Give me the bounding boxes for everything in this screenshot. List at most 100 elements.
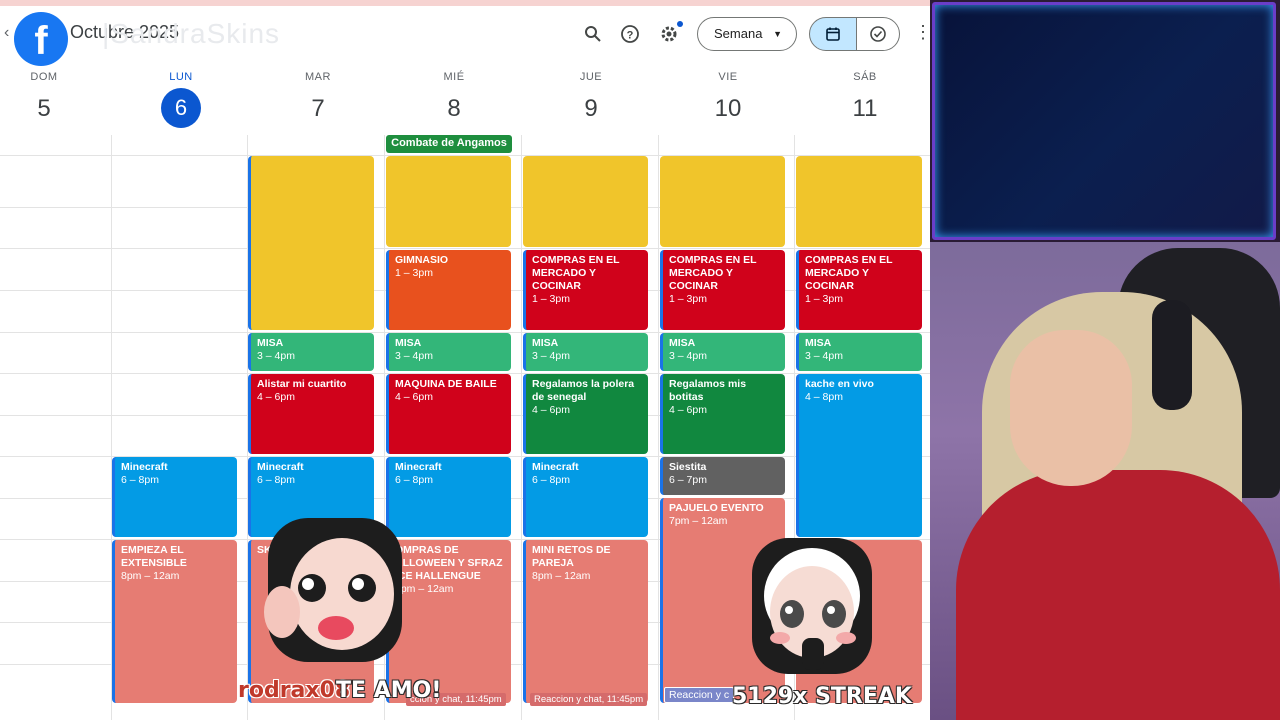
apps-grid-icon[interactable]: ⋮⋮	[914, 22, 930, 43]
event-time: 6 – 8pm	[257, 474, 295, 486]
calendar-event-retos[interactable]: MINI RETOS DE PAREJA 8pm – 12am	[523, 540, 648, 703]
calendar-event-reaccion[interactable]: Reaccion y chat, 11:45pm	[530, 693, 648, 706]
calendar-event-kache[interactable]: kache en vivo 4 – 8pm	[796, 374, 922, 537]
event-title: MINI RETOS DE PAREJA	[532, 544, 611, 569]
day-name-sun: DOM	[30, 71, 58, 83]
stream-message: TE AMO!	[336, 678, 442, 703]
allday-event[interactable]: Combate de Angamos	[386, 135, 512, 153]
calendar-event-botitas[interactable]: Regalamos mis botitas 4 – 6pm	[660, 374, 785, 454]
event-time: 4 – 8pm	[805, 391, 843, 403]
calendar-event-polera[interactable]: Regalamos la polera de senegal 4 – 6pm	[523, 374, 648, 454]
calendar-event-yellow[interactable]	[523, 156, 648, 247]
calendar-event-yellow[interactable]	[660, 156, 785, 247]
calendar-event-misa[interactable]: MISA 3 – 4pm	[523, 333, 648, 371]
event-title: COMPRAS EN EL MERCADO Y COCINAR	[669, 254, 757, 292]
calendar-event-yellow[interactable]	[248, 156, 374, 330]
calendar-event-siestita[interactable]: Siestita 6 – 7pm	[660, 457, 785, 495]
day-name-wed: MIÉ	[443, 71, 465, 83]
event-title: MISA	[805, 337, 832, 349]
event-time: 7pm – 12am	[669, 515, 728, 527]
event-title: COMPRAS EN EL MERCADO Y COCINAR	[805, 254, 893, 292]
event-time: 3 – 4pm	[805, 350, 843, 362]
calendar-event-misa[interactable]: MISA 3 – 4pm	[386, 333, 511, 371]
event-title: MAQUINA DE BAILE	[395, 378, 497, 390]
event-time: 1 – 3pm	[395, 267, 433, 279]
day-number-thu[interactable]: 9	[561, 95, 621, 123]
event-title: Alistar mi cuartito	[257, 378, 347, 390]
today-day-number[interactable]: 6	[161, 88, 201, 128]
tasks-check-icon[interactable]	[856, 17, 900, 51]
day-name-sat: SÁB	[853, 71, 877, 83]
day-number-sun[interactable]: 5	[14, 95, 74, 123]
event-time: 4 – 6pm	[395, 391, 433, 403]
calendar-event-minecraft[interactable]: Minecraft 6 – 8pm	[112, 457, 237, 537]
view-selector-label: Semana	[714, 26, 763, 41]
calendar-event-gimnasio[interactable]: GIMNASIO 1 – 3pm	[386, 250, 511, 330]
calendar-event-misa[interactable]: MISA 3 – 4pm	[660, 333, 785, 371]
event-title: kache en vivo	[805, 378, 874, 390]
event-title: MISA	[532, 337, 559, 349]
event-title: Regalamos mis botitas	[669, 378, 747, 403]
event-time: 3 – 4pm	[395, 350, 433, 362]
calendar-event-compras[interactable]: COMPRAS EN EL MERCADO Y COCINAR 1 – 3pm	[796, 250, 922, 330]
day-number-tue[interactable]: 7	[288, 95, 348, 123]
event-title: Siestita	[669, 461, 707, 473]
day-name-tue: MAR	[305, 71, 331, 83]
day-name-mon: LUN	[169, 71, 193, 83]
dropdown-caret-icon: ▼	[773, 29, 782, 39]
event-time: 8pm – 12am	[395, 583, 454, 595]
day-number-sat[interactable]: 11	[835, 95, 895, 123]
event-title: Minecraft	[532, 461, 579, 473]
grid-line	[658, 135, 659, 720]
calendar-event-compras[interactable]: COMPRAS EN EL MERCADO Y COCINAR 1 – 3pm	[523, 250, 648, 330]
calendar-event-empieza[interactable]: EMPIEZA EL EXTENSIBLE 8pm – 12am	[112, 540, 237, 703]
event-time: 1 – 3pm	[805, 293, 843, 305]
stream-username: rodrax08	[238, 678, 351, 703]
stream-frame	[932, 2, 1276, 240]
event-time: 3 – 4pm	[669, 350, 707, 362]
calendar-event-misa[interactable]: MISA 3 – 4pm	[248, 333, 374, 371]
calendar-app: ‹ Octubre 2025 |SandraSkins f ? Semana ▼…	[0, 0, 930, 720]
calendar-event-maquina[interactable]: MAQUINA DE BAILE 4 – 6pm	[386, 374, 511, 454]
event-time: 6 – 8pm	[395, 474, 433, 486]
event-title: Minecraft	[257, 461, 304, 473]
event-time: 6 – 7pm	[669, 474, 707, 486]
calendar-event-yellow[interactable]	[386, 156, 511, 247]
streamer-watermark: |SandraSkins	[102, 18, 281, 49]
day-number-fri[interactable]: 10	[698, 95, 758, 123]
nun-sticker	[742, 534, 882, 674]
event-title: PAJUELO EVENTO	[669, 502, 764, 514]
day-name-fri: VIE	[718, 71, 738, 83]
event-title: MISA	[395, 337, 422, 349]
event-title: MISA	[669, 337, 696, 349]
day-number-wed[interactable]: 8	[424, 95, 484, 123]
anime-girl-sticker	[260, 512, 408, 662]
event-time: 8pm – 12am	[121, 570, 180, 582]
settings-icon[interactable]	[655, 20, 683, 48]
calendar-event-yellow[interactable]	[796, 156, 922, 247]
event-time: 4 – 6pm	[669, 404, 707, 416]
notification-dot	[677, 21, 683, 27]
streamer-hoodie	[956, 470, 1280, 720]
search-icon[interactable]	[579, 20, 607, 48]
grid-line	[0, 248, 930, 249]
facebook-icon: f	[14, 12, 68, 66]
headset	[1152, 300, 1192, 410]
event-time: 6 – 8pm	[532, 474, 570, 486]
calendar-event-minecraft[interactable]: Minecraft 6 – 8pm	[523, 457, 648, 537]
top-stripe	[0, 0, 930, 6]
calendar-event-alistar[interactable]: Alistar mi cuartito 4 – 6pm	[248, 374, 374, 454]
help-icon[interactable]: ?	[616, 20, 644, 48]
svg-text:?: ?	[627, 30, 634, 42]
event-time: 4 – 6pm	[257, 391, 295, 403]
event-title: EMPIEZA EL EXTENSIBLE	[121, 544, 187, 569]
calendar-event-misa[interactable]: MISA 3 – 4pm	[796, 333, 922, 371]
calendar-event-compras[interactable]: COMPRAS EN EL MERCADO Y COCINAR 1 – 3pm	[660, 250, 785, 330]
calendar-icon[interactable]	[809, 17, 857, 51]
event-time: 4 – 6pm	[532, 404, 570, 416]
event-time: 1 – 3pm	[532, 293, 570, 305]
view-selector[interactable]: Semana ▼	[697, 17, 797, 51]
event-title: Regalamos la polera de senegal	[532, 378, 635, 403]
back-chevron-icon[interactable]: ‹	[4, 24, 9, 42]
calendar-event-reaccion[interactable]: Reaccion y c	[664, 687, 735, 703]
